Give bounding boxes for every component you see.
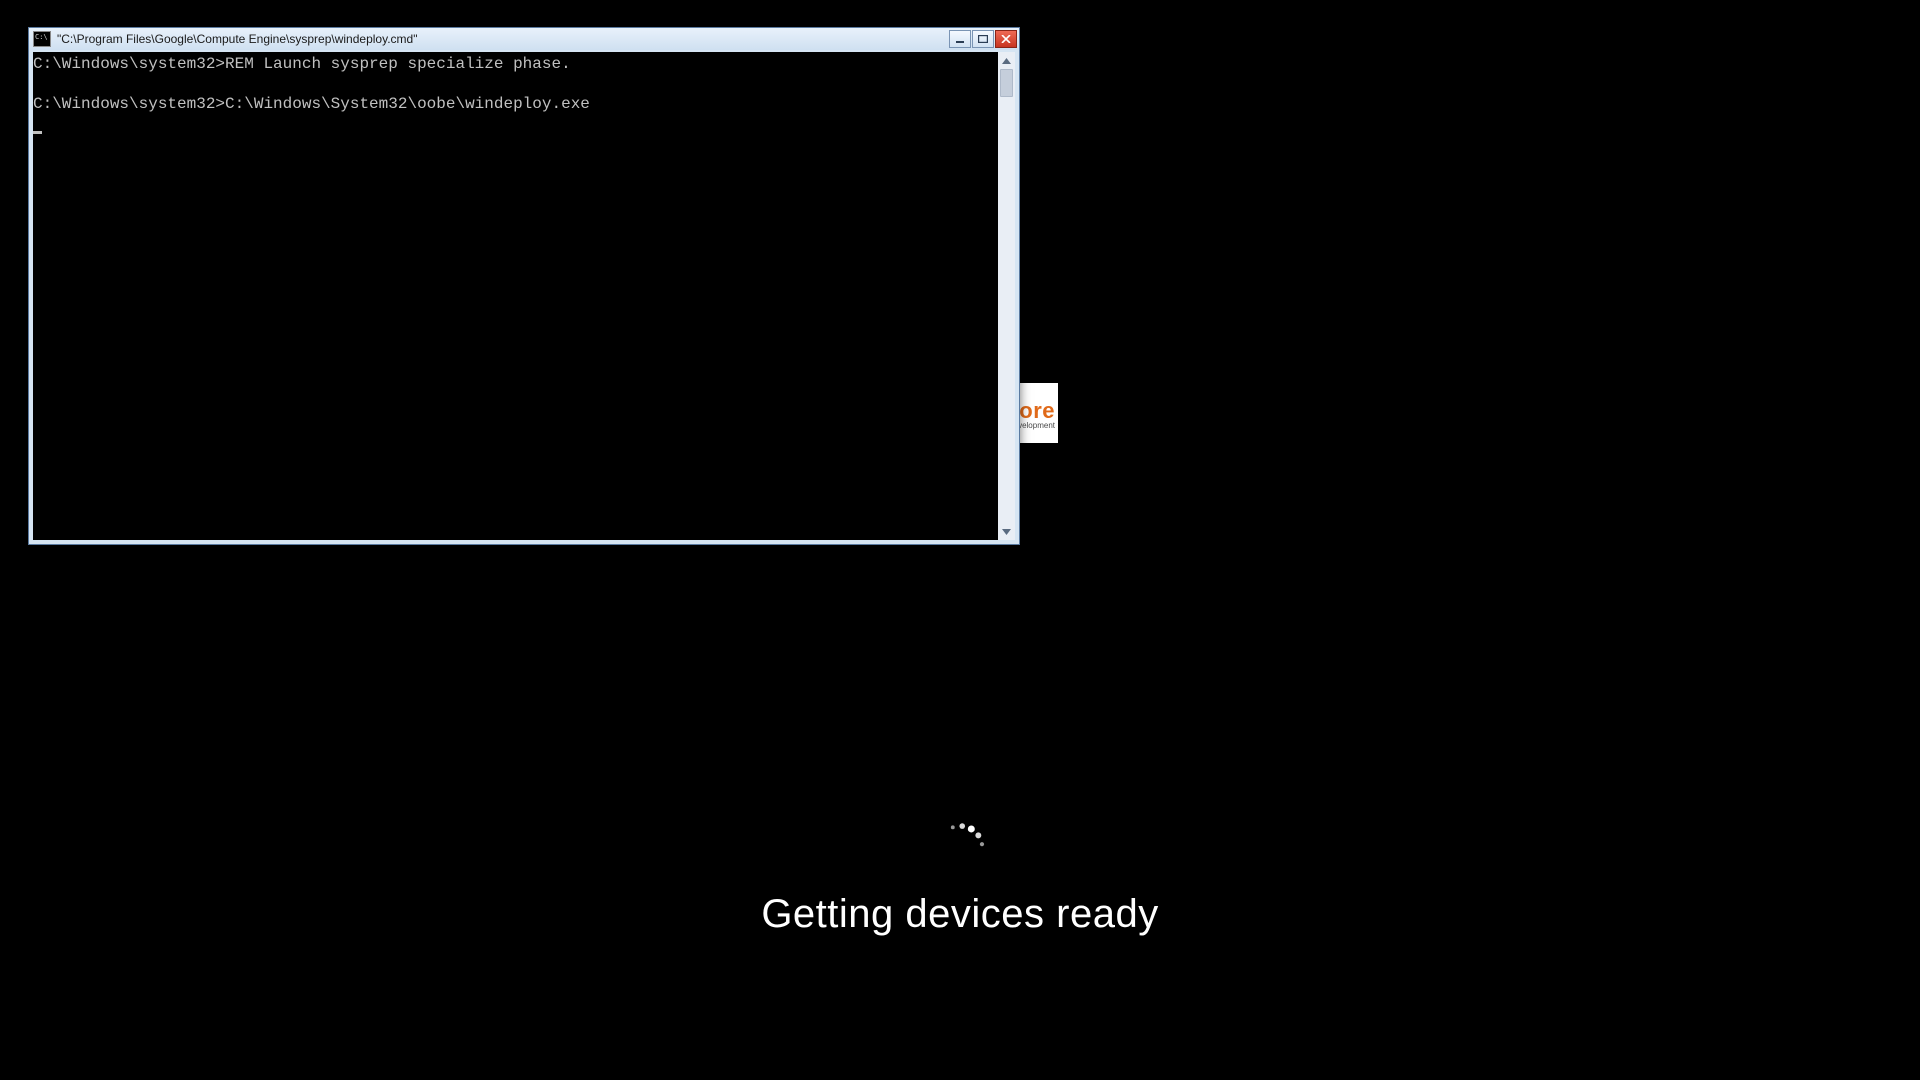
console-cursor [33,131,42,134]
command-prompt-window: "C:\Program Files\Google\Compute Engine\… [28,27,1020,545]
vertical-scrollbar[interactable] [998,52,1015,540]
minimize-button[interactable] [949,30,971,48]
background-window-fragment: ore velopment [1016,383,1058,443]
console-client-area: C:\Windows\system32>REM Launch sysprep s… [33,52,1015,540]
scroll-down-arrow-icon[interactable] [998,523,1015,540]
scroll-up-arrow-icon[interactable] [998,52,1015,69]
close-button[interactable] [995,30,1017,48]
boot-status: Getting devices ready [761,822,1158,937]
loading-spinner-icon [934,822,986,874]
window-title: "C:\Program Files\Google\Compute Engine\… [57,32,948,46]
maximize-button[interactable] [972,30,994,48]
scrollbar-thumb[interactable] [1000,69,1013,97]
bg-fragment-text-2: velopment [1018,421,1055,430]
titlebar[interactable]: "C:\Program Files\Google\Compute Engine\… [29,28,1019,50]
cmd-icon [33,31,51,47]
console-output[interactable]: C:\Windows\system32>REM Launch sysprep s… [33,52,998,540]
scrollbar-track[interactable] [998,69,1015,523]
boot-status-text: Getting devices ready [761,892,1158,937]
